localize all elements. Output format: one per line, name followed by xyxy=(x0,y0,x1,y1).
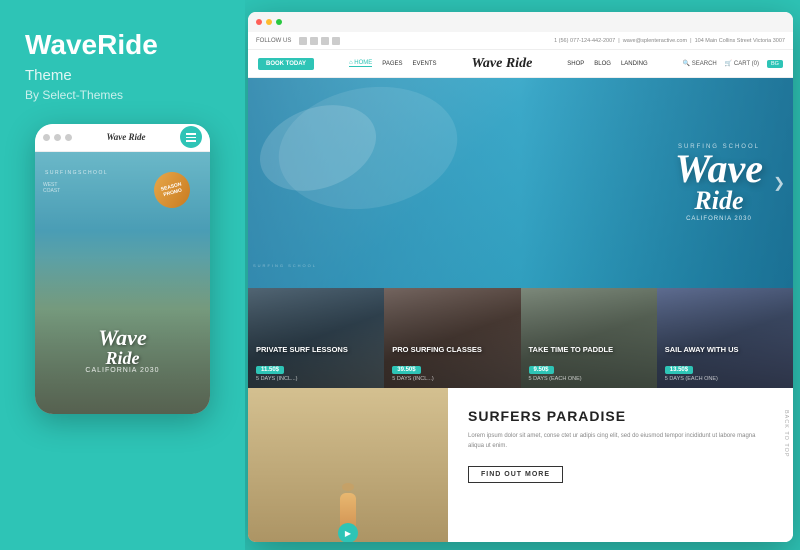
menu-line-2 xyxy=(186,137,196,139)
mobile-dot-1 xyxy=(43,134,50,141)
card-4-content: SAIL AWAY WITH US 13.50$ 5 DAYS (EACH ON… xyxy=(657,339,793,388)
mobile-ride-text: Ride xyxy=(85,349,159,367)
card-4-duration: 5 DAYS (EACH ONE) xyxy=(665,376,785,382)
browser-dot-yellow xyxy=(266,19,272,25)
mobile-dot-3 xyxy=(65,134,72,141)
social-icon-2[interactable] xyxy=(310,37,318,45)
card-2-content: PRO SURFING CLASSES 39.50$ 5 DAYS (INCL.… xyxy=(384,339,520,388)
social-icon-3[interactable] xyxy=(321,37,329,45)
nav-shop[interactable]: SHOP xyxy=(567,61,584,67)
card-1-title: PRIVATE SURF LESSONS xyxy=(256,345,376,354)
hero-nav-arrow[interactable]: ❯ xyxy=(773,175,785,192)
nav-landing[interactable]: LANDING xyxy=(621,61,648,67)
card-1-duration: 5 DAYS (INCL...) xyxy=(256,376,376,382)
section-description: Lorem ipsum dolor sit amet, conse ctet u… xyxy=(468,432,773,451)
mobile-mockup: Wave Ride Season Promo SURFINGSCHOOL WES… xyxy=(35,124,210,414)
play-icon: ▶ xyxy=(345,529,351,538)
follow-us-label: FOLLOW US xyxy=(256,38,291,44)
mobile-school-text: SURFINGSCHOOL xyxy=(45,170,108,176)
mobile-menu-icon[interactable] xyxy=(180,126,202,148)
nav-links: ⌂ HOME PAGES EVENTS xyxy=(349,60,437,67)
browser-dot-green xyxy=(276,19,282,25)
card-3-content: TAKE TIME TO PADDLE 9.50$ 5 DAYS (EACH O… xyxy=(521,339,657,388)
browser-dot-red xyxy=(256,19,262,25)
nav-home[interactable]: ⌂ HOME xyxy=(349,60,372,67)
mobile-logo: Wave Ride xyxy=(106,132,145,142)
phone: 1 (56) 077-124-442-2007 xyxy=(554,38,615,44)
desktop-top-info: FOLLOW US 1 (56) 077-124-442-2007 | wave… xyxy=(248,32,793,50)
card-2-title: PRO SURFING CLASSES xyxy=(392,345,512,354)
social-icon-1[interactable] xyxy=(299,37,307,45)
bottom-left-image: ▶ xyxy=(248,388,448,542)
brand-title: WaveRide xyxy=(25,30,220,61)
nav-right: 🔍 SEARCH 🛒 CART (0) BG xyxy=(683,60,783,68)
nav-events[interactable]: EVENTS xyxy=(413,61,437,67)
mobile-location: California 2030 xyxy=(85,367,159,374)
bottom-right-content: SURFERS PARADISE Lorem ipsum dolor sit a… xyxy=(448,388,793,542)
card-2-duration: 5 DAYS (INCL...) xyxy=(392,376,512,382)
mobile-image-area: Season Promo SURFINGSCHOOL WESTCOAST Wav… xyxy=(35,152,210,414)
contact-info: 1 (56) 077-124-442-2007 | wave@splentera… xyxy=(554,38,785,44)
play-button[interactable]: ▶ xyxy=(338,523,358,542)
bottom-surfer-bg: ▶ xyxy=(248,388,448,542)
season-badge: Season Promo xyxy=(150,168,194,212)
nav-logo: Wave Ride xyxy=(472,56,533,72)
mobile-top-bar: Wave Ride xyxy=(35,124,210,152)
left-panel: WaveRide Theme By Select-Themes Wave Rid… xyxy=(0,0,245,550)
hero-location: California 2030 xyxy=(675,216,763,222)
address: 104 Main Collins Street Victoria 3007 xyxy=(695,38,785,44)
search-link[interactable]: 🔍 SEARCH xyxy=(683,60,717,67)
bg-button[interactable]: BG xyxy=(767,60,783,68)
mobile-dots xyxy=(43,134,72,141)
card-1-price: 11.50$ xyxy=(256,366,284,374)
mobile-bg: Season Promo SURFINGSCHOOL WESTCOAST xyxy=(35,152,210,414)
card-3[interactable]: TAKE TIME TO PADDLE 9.50$ 5 DAYS (EACH O… xyxy=(521,288,657,388)
card-2-price: 39.50$ xyxy=(392,366,420,374)
brand-subtitle: Theme xyxy=(25,67,220,84)
brand-by: By Select-Themes xyxy=(25,88,220,102)
social-icon-4[interactable] xyxy=(332,37,340,45)
hero-school-label: SURFING SCHOOL xyxy=(253,263,317,268)
card-4-price: 13.50$ xyxy=(665,366,693,374)
card-3-price: 9.50$ xyxy=(529,366,554,374)
nav-links-right: SHOP BLOG LANDING xyxy=(567,61,647,67)
email: wave@splenteractive.com xyxy=(623,38,687,44)
menu-line-3 xyxy=(186,140,196,142)
cart-link[interactable]: 🛒 CART (0) xyxy=(725,60,759,67)
nav-blog[interactable]: BLOG xyxy=(594,61,611,67)
card-4[interactable]: SAIL AWAY WITH US 13.50$ 5 DAYS (EACH ON… xyxy=(657,288,793,388)
card-1-content: PRIVATE SURF LESSONS 11.50$ 5 DAYS (INCL… xyxy=(248,339,384,388)
card-4-title: SAIL AWAY WITH US xyxy=(665,345,785,354)
back-to-top[interactable]: BACK TO TOP xyxy=(779,406,793,462)
mobile-wave-logo: Wave Ride California 2030 xyxy=(85,327,159,374)
card-3-title: TAKE TIME TO PADDLE xyxy=(529,345,649,354)
nav-pages[interactable]: PAGES xyxy=(382,61,402,67)
card-2[interactable]: PRO SURFING CLASSES 39.50$ 5 DAYS (INCL.… xyxy=(384,288,520,388)
desktop-mockup: FOLLOW US 1 (56) 077-124-442-2007 | wave… xyxy=(248,12,793,542)
section-title: SURFERS PARADISE xyxy=(468,408,773,424)
card-3-duration: 5 DAYS (EACH ONE) xyxy=(529,376,649,382)
mobile-west-coast: WESTCOAST xyxy=(43,182,60,194)
desktop-nav: BOOK TODAY ⌂ HOME PAGES EVENTS Wave Ride… xyxy=(248,50,793,78)
mobile-dot-2 xyxy=(54,134,61,141)
find-out-more-button[interactable]: FIND OUT MORE xyxy=(468,466,563,483)
card-1[interactable]: PRIVATE SURF LESSONS 11.50$ 5 DAYS (INCL… xyxy=(248,288,384,388)
book-today-button[interactable]: BOOK TODAY xyxy=(258,58,314,70)
top-info-left: FOLLOW US xyxy=(256,37,340,45)
surfer-head xyxy=(342,483,354,491)
desktop-bottom: ▶ SURFERS PARADISE Lorem ipsum dolor sit… xyxy=(248,388,793,542)
social-icons xyxy=(299,37,340,45)
hero-wave-logo: Wave xyxy=(675,152,763,186)
mobile-wave-text: Wave xyxy=(85,327,159,349)
browser-bar xyxy=(248,12,793,32)
cards-section: PRIVATE SURF LESSONS 11.50$ 5 DAYS (INCL… xyxy=(248,288,793,388)
desktop-hero: SURFING SCHOOL SURFING SCHOOL Wave Ride … xyxy=(248,78,793,288)
hero-content: SURFING SCHOOL Wave Ride California 2030 xyxy=(675,144,763,222)
menu-line-1 xyxy=(186,133,196,135)
